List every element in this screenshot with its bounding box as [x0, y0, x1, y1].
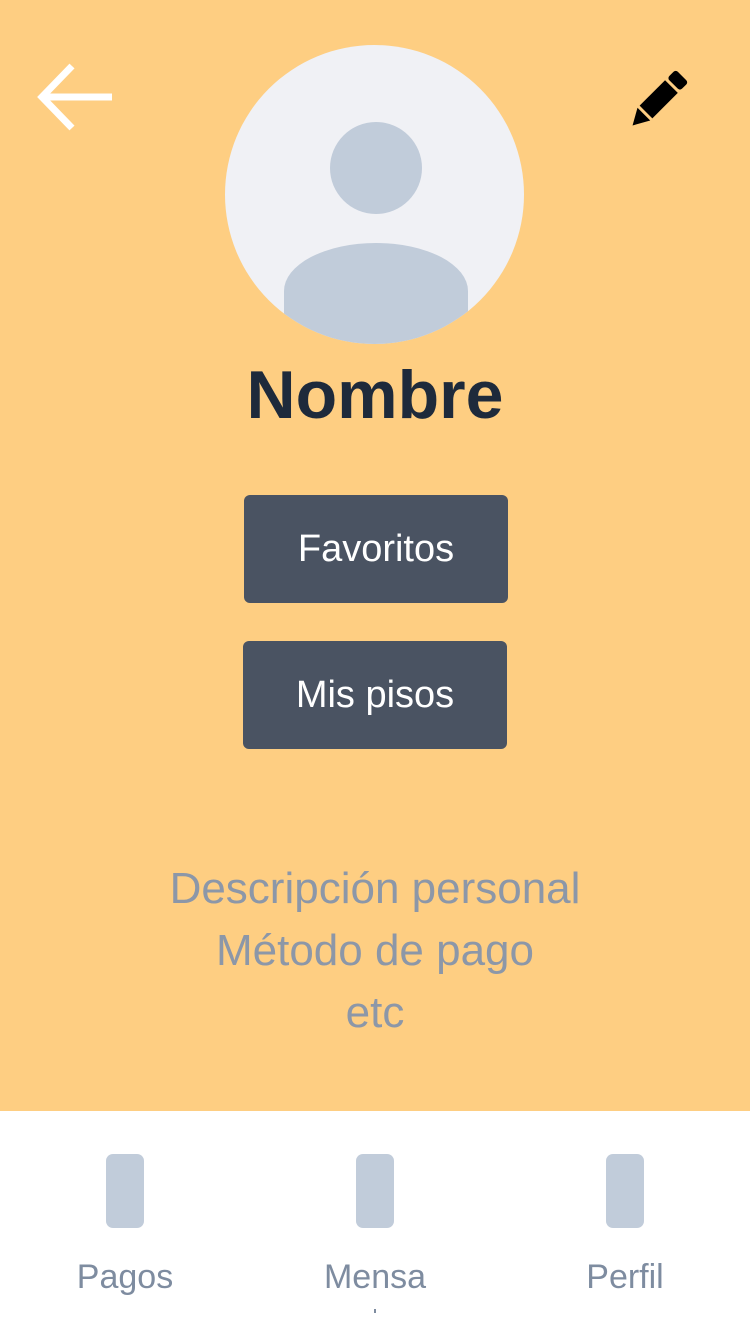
my-flats-button[interactable]: Mis pisos: [243, 641, 507, 749]
payment-method-text: Método de pago: [215, 926, 535, 975]
tab-label-mensajes: Mensa: [323, 1258, 427, 1296]
payments-tab-icon: [106, 1154, 144, 1228]
clipped-text-fragment: [374, 1309, 376, 1313]
tab-pagos[interactable]: Pagos: [0, 1111, 250, 1334]
edit-button[interactable]: [622, 64, 694, 136]
avatar[interactable]: [225, 45, 524, 344]
bottom-tab-bar: Pagos Mensa Perfil: [0, 1111, 750, 1334]
tab-label-perfil: Perfil: [586, 1258, 664, 1296]
personal-description-text: Descripción personal: [169, 864, 581, 913]
pencil-icon: [632, 70, 688, 126]
favorites-button[interactable]: Favoritos: [244, 495, 508, 603]
etc-text: etc: [345, 988, 405, 1037]
back-button[interactable]: [34, 58, 116, 138]
profile-tab-icon: [606, 1154, 644, 1228]
arrow-left-icon: [37, 63, 112, 131]
avatar-body-shape: [284, 243, 468, 344]
tab-mensajes[interactable]: Mensa: [250, 1111, 500, 1334]
avatar-head-shape: [330, 122, 422, 214]
tab-perfil[interactable]: Perfil: [500, 1111, 750, 1334]
profile-name: Nombre: [246, 357, 504, 433]
profile-screen: Nombre Favoritos Mis pisos Descripción p…: [0, 0, 750, 1334]
tab-label-pagos: Pagos: [76, 1258, 174, 1296]
profile-info: Descripción personal Método de pago etc: [0, 858, 750, 1044]
messages-tab-icon: [356, 1154, 394, 1228]
profile-header-area: Nombre Favoritos Mis pisos Descripción p…: [0, 0, 750, 1111]
